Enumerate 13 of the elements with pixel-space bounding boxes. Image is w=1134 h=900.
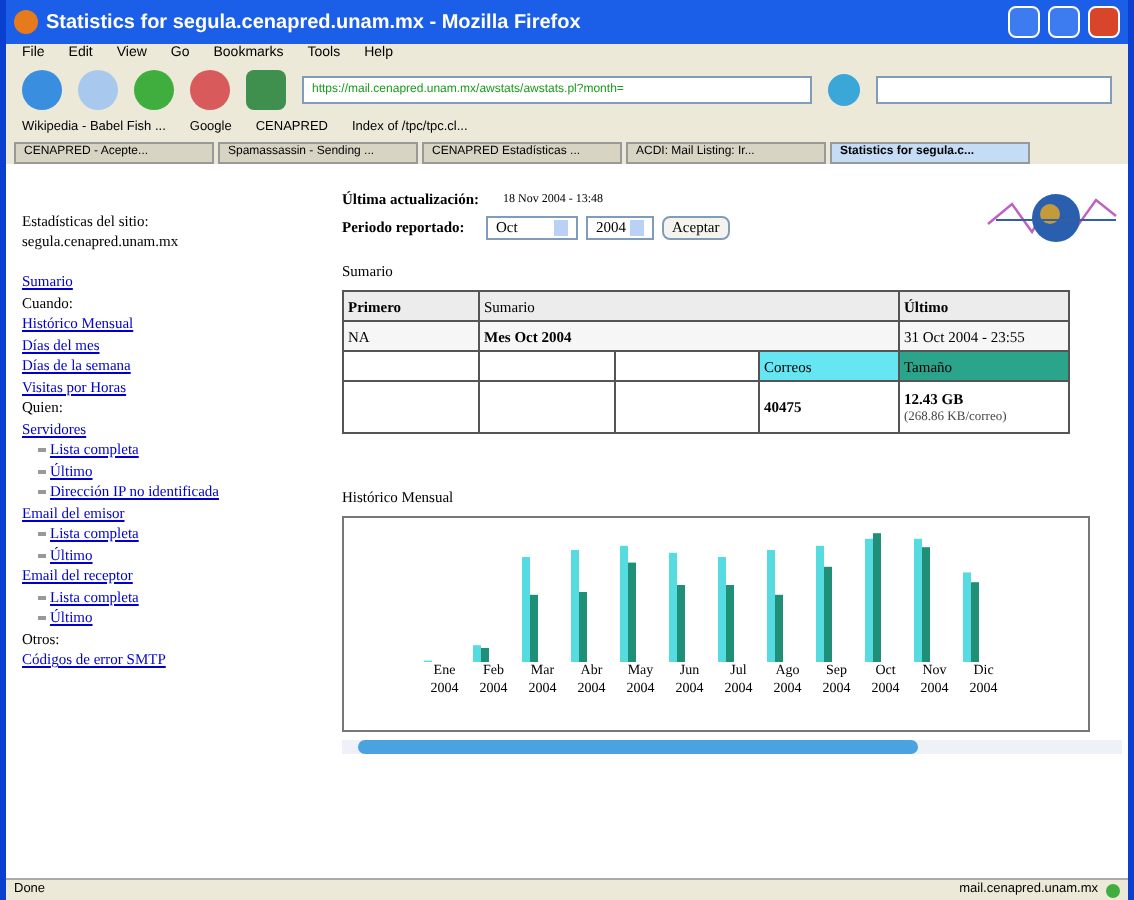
bullet-icon — [38, 490, 46, 495]
bullet-icon — [38, 448, 46, 453]
bullet-icon — [38, 469, 46, 474]
bullet-icon — [38, 553, 46, 558]
bullet-icon — [38, 532, 46, 537]
window-title: Statistics for segula.cenapred.unam.mx - Mozilla Firefox — [46, 9, 583, 37]
status-icon — [1106, 883, 1120, 897]
bullet-icon — [38, 595, 46, 600]
search-field[interactable] — [876, 76, 1112, 104]
globe-logo-icon — [984, 188, 1120, 248]
scrollbar-thumb[interactable] — [358, 739, 918, 753]
bullet-icon — [38, 616, 46, 621]
horizontal-scrollbar[interactable] — [342, 739, 1122, 753]
